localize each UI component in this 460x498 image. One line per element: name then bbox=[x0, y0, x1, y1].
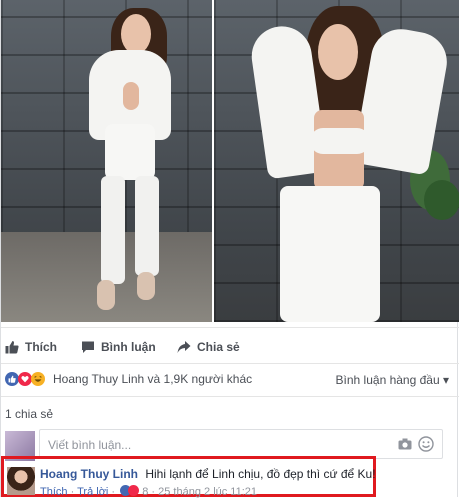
post-photo-left[interactable] bbox=[1, 0, 212, 322]
thumbs-up-icon bbox=[5, 341, 19, 354]
post-action-bar: Thích Bình luận Chia sẻ bbox=[1, 334, 459, 360]
share-arrow-icon bbox=[177, 341, 191, 353]
heart-icon bbox=[21, 376, 29, 383]
comment-input[interactable] bbox=[46, 436, 380, 454]
share-count[interactable]: 1 chia sẻ bbox=[5, 407, 53, 421]
comment-timestamp[interactable]: 25 tháng 2 lúc 11:21 bbox=[158, 486, 257, 498]
comment-reply-link[interactable]: Trả lời bbox=[77, 486, 108, 498]
reaction-count-text[interactable]: Hoang Thuy Linh và 1,9K người khác bbox=[53, 372, 252, 386]
camera-icon[interactable] bbox=[398, 438, 412, 450]
comment-button[interactable]: Bình luận bbox=[81, 334, 156, 360]
post-card: Thích Bình luận Chia sẻ Hoang Thuy Linh … bbox=[0, 0, 459, 498]
divider bbox=[1, 396, 459, 397]
like-label: Thích bbox=[25, 340, 57, 354]
avatar[interactable] bbox=[7, 467, 35, 495]
laughing-face-icon bbox=[34, 375, 42, 382]
comment-reaction-count[interactable]: 8 bbox=[142, 486, 148, 498]
comment-sort-label: Bình luận hàng đầu bbox=[335, 373, 440, 387]
divider bbox=[1, 327, 459, 328]
love-reaction-icon bbox=[128, 485, 140, 496]
comment-author-link[interactable]: Hoang Thuy Linh bbox=[40, 467, 138, 481]
comment-like-link[interactable]: Thích bbox=[40, 486, 68, 498]
like-reaction-icon[interactable] bbox=[5, 372, 19, 386]
love-reaction-icon[interactable] bbox=[18, 372, 32, 386]
chevron-down-icon: ▾ bbox=[442, 373, 449, 387]
comment-sort-dropdown[interactable]: Bình luận hàng đầu ▾ bbox=[336, 373, 449, 387]
post-photo-right[interactable] bbox=[214, 0, 459, 322]
comment-label: Bình luận bbox=[101, 340, 156, 354]
like-button[interactable]: Thích bbox=[5, 334, 57, 360]
haha-reaction-icon[interactable] bbox=[31, 372, 45, 386]
share-button[interactable]: Chia sẻ bbox=[177, 334, 240, 360]
comment-meta: Thích · Trả lời · 8 · 25 tháng 2 lúc 11:… bbox=[40, 485, 258, 498]
comment-body: Hoang Thuy Linh Hihi lạnh để Linh chịu, … bbox=[40, 467, 376, 481]
emoji-icon[interactable] bbox=[418, 436, 434, 452]
reaction-summary: Hoang Thuy Linh và 1,9K người khác Bình … bbox=[1, 371, 459, 389]
thumbs-up-icon bbox=[8, 375, 16, 383]
comment-text: Hihi lạnh để Linh chịu, đồ đẹp thì cứ để… bbox=[145, 467, 376, 481]
comment-bubble-icon bbox=[82, 341, 94, 353]
divider bbox=[1, 363, 459, 364]
share-label: Chia sẻ bbox=[197, 340, 240, 354]
comment-input-box[interactable] bbox=[39, 429, 443, 459]
